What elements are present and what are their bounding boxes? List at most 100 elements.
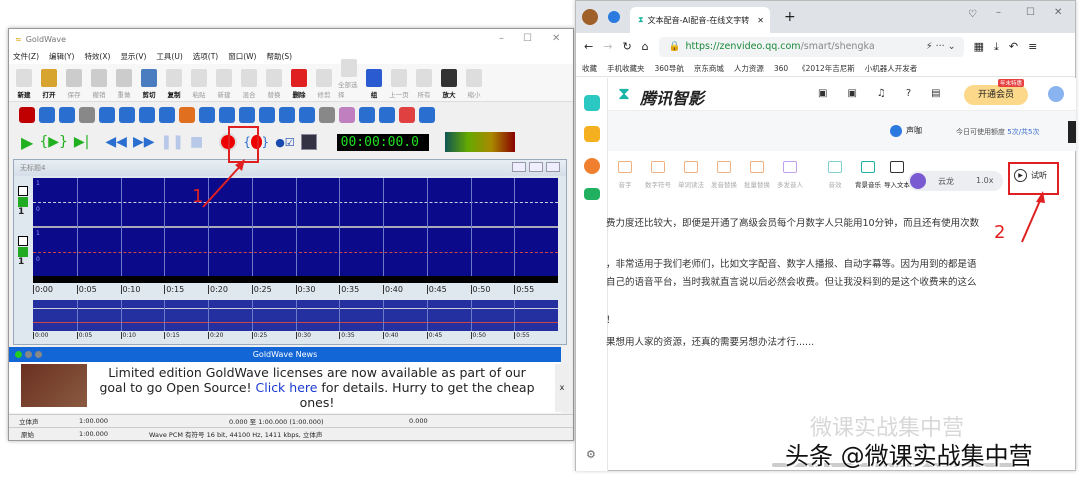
toolbar-button[interactable]: 粘贴 — [188, 69, 210, 99]
editor-tool-button[interactable]: 数字符号 — [641, 161, 675, 189]
bookmark-item[interactable]: 人力资源 — [734, 63, 764, 74]
toolbar-button[interactable]: 所有 — [413, 69, 435, 99]
toolbar-button[interactable]: 打开 — [38, 69, 60, 99]
toolbar-button[interactable]: 修剪 — [313, 69, 335, 99]
click-here-link[interactable]: Click here — [256, 380, 318, 395]
editor-tool-button[interactable]: 发音替换 — [707, 161, 741, 189]
menu-item[interactable]: 文件(Z) — [13, 51, 39, 62]
undo-icon[interactable]: ↶ — [1009, 40, 1018, 53]
effect-icon[interactable] — [119, 107, 135, 123]
bookmark-item[interactable]: 360导航 — [655, 63, 684, 74]
effect-icon[interactable] — [339, 107, 355, 123]
effect-icon[interactable] — [359, 107, 375, 123]
play-selection-icon[interactable]: {▶} — [39, 134, 68, 150]
doc-maximize-button[interactable] — [529, 162, 543, 172]
doc-minimize-button[interactable] — [512, 162, 526, 172]
maximize-button[interactable]: ☐ — [523, 33, 532, 44]
bookmark-item[interactable]: 《2012年吉尼斯 — [798, 63, 855, 74]
home-icon[interactable]: ⌂ — [642, 40, 649, 53]
toolbar-button[interactable]: 上一页 — [388, 69, 410, 99]
menu-item[interactable]: 帮助(S) — [266, 51, 292, 62]
close-button[interactable]: ✕ — [552, 33, 560, 44]
effect-icon[interactable] — [399, 107, 415, 123]
skin-icon[interactable]: ♡ — [968, 9, 977, 20]
toolbar-button[interactable]: 放大 — [438, 69, 460, 99]
toolbar-button[interactable]: 新建 — [13, 69, 35, 99]
effect-icon[interactable] — [259, 107, 275, 123]
fast-forward-icon[interactable]: ▶▶ — [133, 134, 155, 150]
rewind-icon[interactable]: ◀◀ — [105, 134, 127, 150]
editor-tool-button[interactable]: 音字 — [608, 161, 642, 189]
toolbar-button[interactable]: 新建 — [213, 69, 235, 99]
menu-item[interactable]: 显示(V) — [120, 51, 146, 62]
apps-icon[interactable]: ▦ — [974, 40, 984, 53]
effect-icon[interactable] — [19, 107, 35, 123]
effect-icon[interactable] — [319, 107, 335, 123]
browser-icon[interactable] — [608, 11, 620, 23]
mail-icon[interactable] — [584, 188, 600, 200]
options-icon[interactable]: ●☑ — [275, 136, 294, 149]
tab-close-icon[interactable]: ✕ — [757, 16, 764, 25]
selection-bar[interactable] — [33, 276, 558, 283]
menu-icon[interactable]: ≡ — [1028, 40, 1037, 53]
reload-icon[interactable]: ↻ — [622, 40, 631, 53]
effect-icon[interactable] — [79, 107, 95, 123]
download-icon[interactable]: ⤓ — [994, 40, 999, 54]
effect-icon[interactable] — [219, 107, 235, 123]
toolbar-button[interactable]: 缩小 — [463, 69, 485, 99]
checkbox-icon[interactable] — [18, 247, 28, 257]
editor-tool-button[interactable]: 单词读法 — [674, 161, 708, 189]
weibo-icon[interactable] — [584, 158, 600, 174]
stop-icon[interactable]: ■ — [190, 134, 203, 150]
settings-icon[interactable]: ⚙ — [586, 448, 596, 461]
editor-tool-button[interactable]: 音效 — [818, 161, 852, 189]
effect-icon[interactable] — [299, 107, 315, 123]
effect-icon[interactable] — [179, 107, 195, 123]
news-close-button[interactable]: x — [555, 364, 569, 412]
toolbar-button[interactable]: 替换 — [263, 69, 285, 99]
effect-icon[interactable] — [419, 107, 435, 123]
tab-active[interactable]: ⧗ 文本配音-AI配音-在线文字转 ✕ — [630, 7, 770, 33]
bookmark-item[interactable]: 京东商城 — [694, 63, 724, 74]
bookmark-item[interactable]: 360 — [774, 64, 788, 73]
bookmark-item[interactable]: 手机收藏夹 — [607, 63, 645, 74]
effect-icon[interactable] — [59, 107, 75, 123]
effect-icon[interactable] — [139, 107, 155, 123]
effect-icon[interactable] — [379, 107, 395, 123]
minimize-button[interactable]: – — [996, 7, 1001, 18]
maximize-button[interactable]: ☐ — [1026, 7, 1035, 18]
voice-selector[interactable]: 云龙 1.0x — [908, 171, 1003, 191]
app-icon[interactable] — [584, 95, 600, 111]
effect-icon[interactable] — [199, 107, 215, 123]
minimize-button[interactable]: – — [499, 33, 504, 44]
avatar[interactable] — [582, 9, 598, 25]
scroll-handle[interactable] — [1068, 121, 1076, 143]
overview-waveform[interactable] — [33, 300, 558, 331]
star-icon[interactable] — [584, 126, 600, 142]
level-meter-icon[interactable] — [300, 134, 317, 150]
effect-icon[interactable] — [39, 107, 55, 123]
toolbar-button[interactable]: 组 — [363, 69, 385, 99]
menu-item[interactable]: 选项(T) — [193, 51, 218, 62]
back-icon[interactable]: ← — [584, 40, 593, 53]
doc-close-button[interactable] — [546, 162, 560, 172]
new-tab-button[interactable]: + — [784, 9, 796, 25]
menu-item[interactable]: 窗口(W) — [228, 51, 256, 62]
toolbar-button[interactable]: 混合 — [238, 69, 260, 99]
toolbar-button[interactable]: 全部选择 — [338, 59, 360, 99]
effect-icon[interactable] — [159, 107, 175, 123]
toolbar-button[interactable]: 重做 — [113, 69, 135, 99]
editor-tool-button[interactable]: 多发音人 — [773, 161, 807, 189]
toolbar-button[interactable]: 撤销 — [88, 69, 110, 99]
user-avatar[interactable] — [1048, 86, 1064, 102]
toolbar-button[interactable]: 剪切 — [138, 69, 160, 99]
header-icons[interactable]: ▣▣♫?▤ — [818, 88, 961, 99]
toolbar-button[interactable]: 复制 — [163, 69, 185, 99]
play-icon[interactable]: ▶ — [21, 133, 33, 152]
menu-item[interactable]: 编辑(Y) — [49, 51, 74, 62]
pause-icon[interactable]: ❚❚ — [160, 134, 183, 150]
play-end-icon[interactable]: ▶| — [74, 134, 89, 150]
forward-icon[interactable]: → — [603, 40, 612, 53]
effect-icon[interactable] — [239, 107, 255, 123]
bookmark-item[interactable]: 收藏 — [582, 63, 597, 74]
